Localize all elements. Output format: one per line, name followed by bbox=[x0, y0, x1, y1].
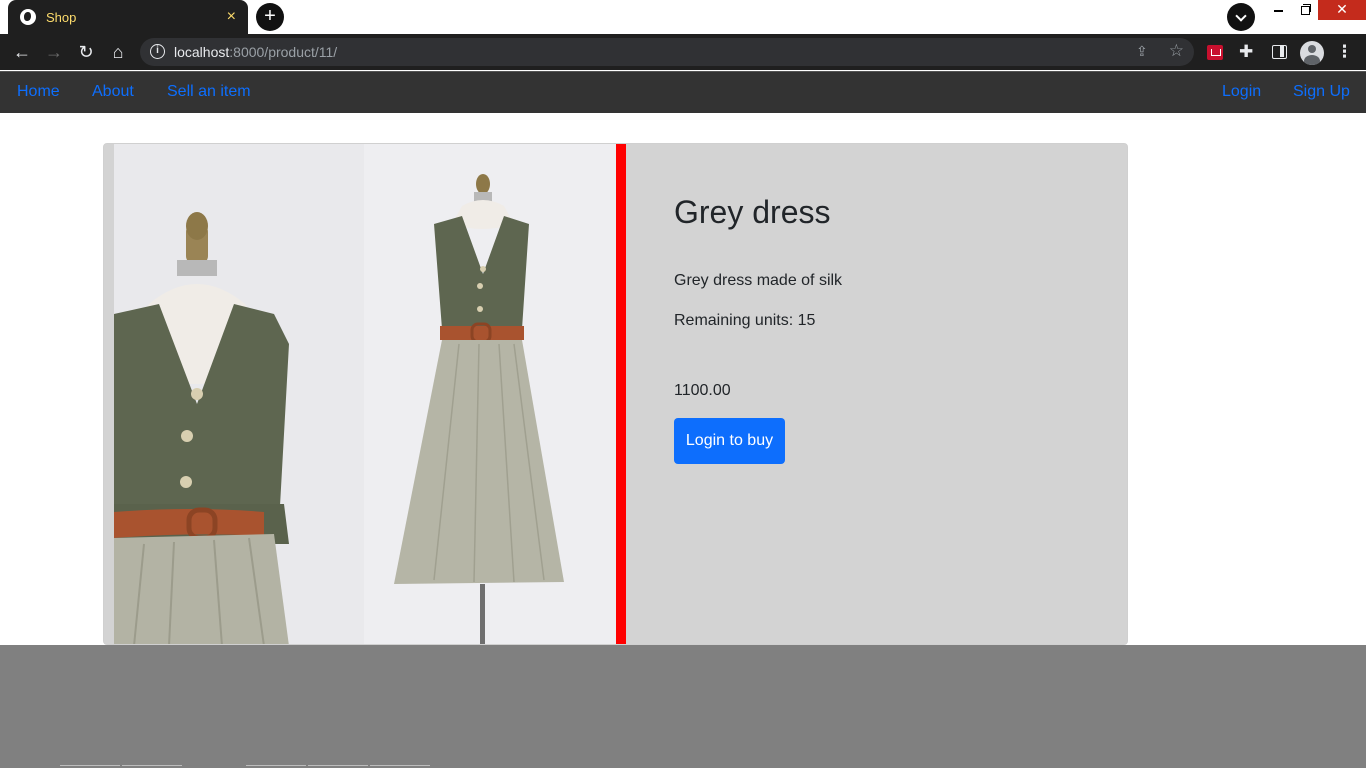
nav-about-link[interactable]: About bbox=[92, 83, 134, 101]
tab-title: Shop bbox=[46, 9, 77, 25]
login-to-buy-button[interactable]: Login to buy bbox=[674, 418, 785, 464]
product-image-full bbox=[364, 144, 616, 644]
home-icon[interactable]: ⌂ bbox=[107, 41, 129, 63]
browser-toolbar: ← → ↻ ⌂ i localhost:8000/product/11/ ⇪ ☆… bbox=[0, 34, 1366, 70]
browser-menu-icon[interactable]: ⋮ bbox=[1336, 42, 1353, 62]
side-panel-icon[interactable] bbox=[1272, 45, 1287, 59]
window-close-button[interactable]: ✕ bbox=[1318, 0, 1366, 20]
url-path: :8000/product/11/ bbox=[229, 44, 338, 60]
site-info-icon[interactable]: i bbox=[150, 44, 165, 59]
reload-icon[interactable]: ↻ bbox=[75, 41, 97, 63]
nav-sell-link[interactable]: Sell an item bbox=[167, 83, 251, 101]
globe-icon bbox=[20, 9, 36, 25]
site-navbar: Home About Sell an item Login Sign Up bbox=[0, 71, 1366, 113]
tab-close-icon[interactable]: × bbox=[227, 9, 236, 25]
product-remaining-units: Remaining units: 15 bbox=[674, 312, 815, 330]
product-description: Grey dress made of silk bbox=[674, 272, 843, 289]
tab-search-button[interactable] bbox=[1227, 3, 1255, 31]
product-info: Grey dress Grey dress made of silk Remai… bbox=[674, 144, 1114, 644]
minimize-button[interactable] bbox=[1270, 0, 1290, 20]
extensions-puzzle-icon[interactable]: ✚ bbox=[1239, 42, 1253, 62]
new-tab-button[interactable]: + bbox=[256, 3, 284, 31]
product-card: Grey dress Grey dress made of silk Remai… bbox=[103, 143, 1128, 645]
restore-button[interactable] bbox=[1296, 0, 1316, 20]
units-label: Remaining units: bbox=[674, 312, 798, 329]
bookmark-star-icon[interactable]: ☆ bbox=[1169, 41, 1184, 61]
forward-arrow-icon[interactable]: → bbox=[43, 41, 65, 63]
dress-closeup-illustration bbox=[114, 144, 364, 644]
url-text[interactable]: localhost:8000/product/11/ bbox=[174, 44, 337, 60]
share-icon[interactable]: ⇪ bbox=[1136, 43, 1152, 59]
image-accent-bar bbox=[616, 144, 626, 644]
address-bar[interactable]: i localhost:8000/product/11/ ⇪ ☆ bbox=[140, 38, 1194, 66]
units-value: 15 bbox=[797, 312, 816, 329]
product-price: 1100.00 bbox=[674, 382, 731, 399]
nav-home-link[interactable]: Home bbox=[17, 83, 60, 101]
profile-avatar-icon[interactable] bbox=[1300, 41, 1324, 65]
product-title: Grey dress bbox=[674, 194, 831, 230]
nav-signup-link[interactable]: Sign Up bbox=[1293, 83, 1350, 101]
page-bottom-overlay bbox=[0, 645, 1366, 768]
product-image-closeup bbox=[114, 144, 364, 644]
back-arrow-icon[interactable]: ← bbox=[11, 41, 33, 63]
dress-full-illustration bbox=[364, 144, 616, 644]
browser-tab[interactable]: Shop × bbox=[8, 0, 248, 34]
product-image bbox=[114, 144, 616, 644]
mcafee-extension-icon[interactable] bbox=[1207, 45, 1223, 60]
browser-tabstrip: Shop × + ✕ bbox=[0, 0, 1366, 34]
url-host: localhost bbox=[174, 44, 230, 60]
nav-login-link[interactable]: Login bbox=[1222, 83, 1261, 101]
